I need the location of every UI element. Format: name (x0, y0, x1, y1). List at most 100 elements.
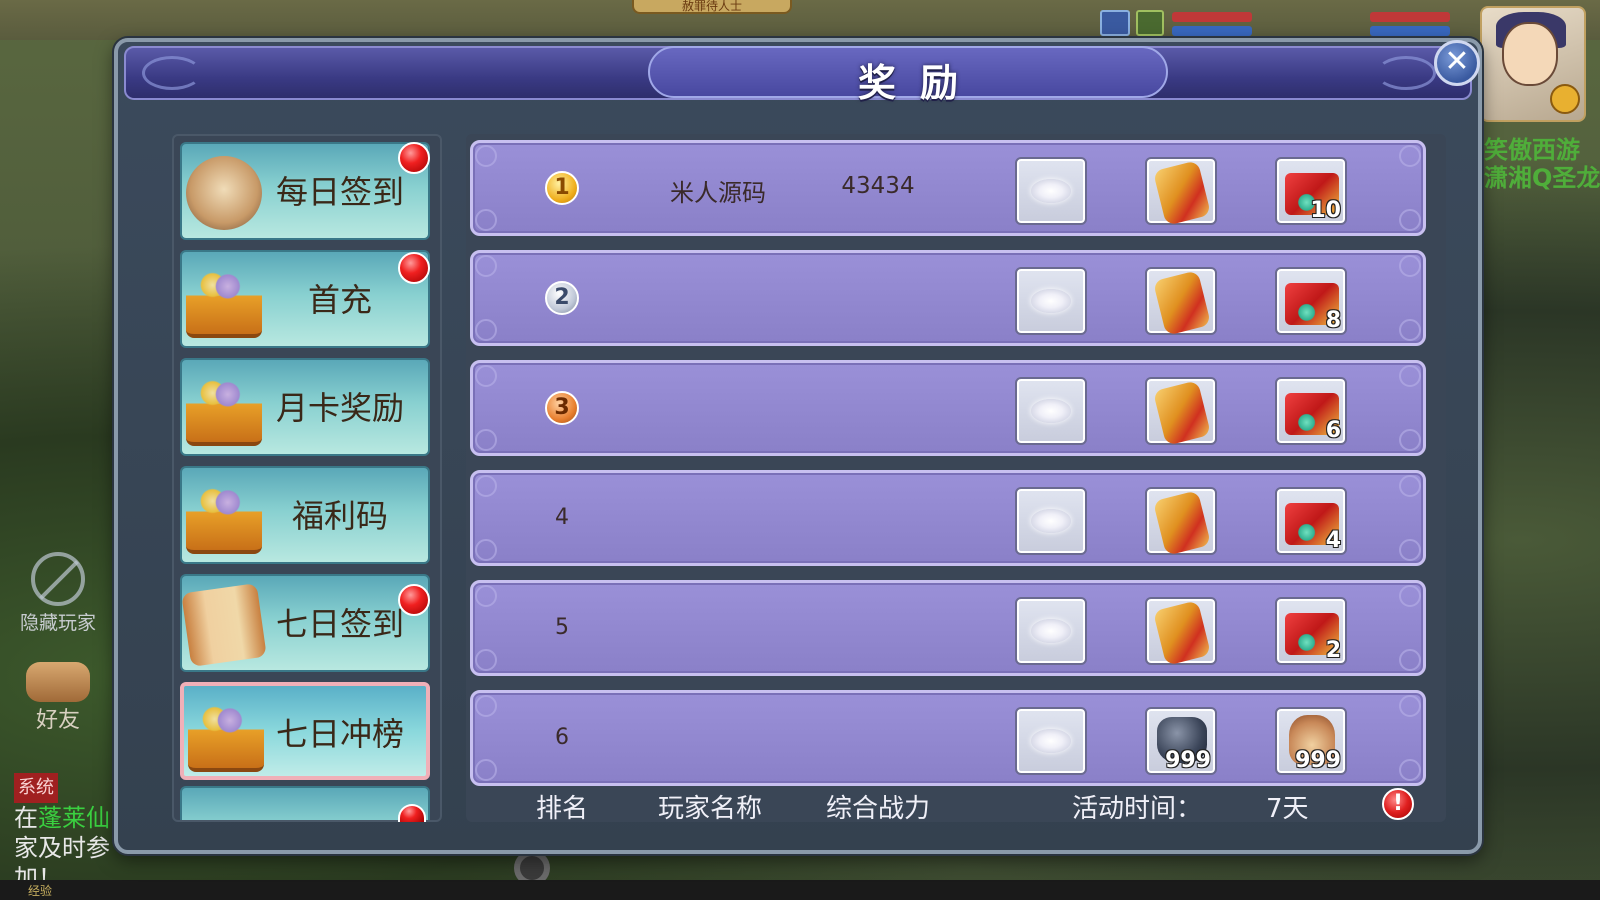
hp-bar (1172, 12, 1252, 22)
reward-slot[interactable] (1015, 487, 1087, 555)
sidebar-item-daily-checkin[interactable]: 每日签到 (180, 142, 430, 240)
ranking-row: 52 (470, 580, 1426, 676)
ranking-row: 44 (470, 470, 1426, 566)
escort-icon[interactable] (1100, 10, 1130, 36)
treasure-chest-icon (186, 480, 262, 554)
chat-location-link[interactable]: 蓬莱仙 (38, 804, 110, 832)
sidebar-item-seven-day-ranking[interactable]: 七日冲榜 (180, 682, 430, 780)
notification-dot (398, 142, 430, 174)
reward-slot[interactable]: 8 (1275, 267, 1347, 335)
reward-quantity: 6 (1325, 418, 1341, 443)
top-right-status-bars (1100, 0, 1480, 38)
sidebar-item-label: 七日冲榜 (275, 715, 404, 753)
reward-quantity: 999 (1295, 748, 1341, 773)
row-corner-ornament (1399, 695, 1421, 717)
row-corner-ornament (1399, 145, 1421, 167)
reward-slot[interactable] (1145, 157, 1217, 226)
cloud-icon (1031, 399, 1071, 423)
row-corner-ornament (475, 695, 497, 717)
sidebar-item-next-partial[interactable] (180, 786, 430, 820)
activity-time-label: 活动时间： (1072, 794, 1203, 824)
reward-slot[interactable] (1015, 377, 1087, 445)
player-avatar[interactable] (1480, 6, 1586, 122)
rank-medal-gold: 1 (545, 171, 579, 205)
rank-medal-bronze: 3 (545, 391, 579, 425)
reward-slot[interactable] (1015, 157, 1087, 225)
handshake-icon (26, 662, 90, 702)
gold-scroll-icon (1152, 380, 1212, 446)
reward-quantity: 8 (1325, 308, 1341, 333)
row-corner-ornament (1399, 365, 1421, 387)
close-button[interactable]: ✕ (1434, 40, 1480, 86)
notification-dot (398, 252, 430, 284)
rank-medal-silver: 2 (545, 281, 579, 315)
cloud-icon (1031, 509, 1071, 533)
rank-number: 6 (555, 725, 569, 750)
row-corner-ornament (475, 209, 497, 231)
cloud-icon (1031, 179, 1071, 203)
scroll-icon (186, 156, 262, 230)
mp-bar (1172, 26, 1252, 36)
gold-scroll-icon (1152, 490, 1212, 556)
ranking-row: 28 (470, 250, 1426, 346)
friends-button[interactable]: 好友 (12, 662, 104, 733)
sidebar-item-label: 福利码 (291, 497, 388, 535)
row-corner-ornament (475, 255, 497, 277)
hide-players-button[interactable]: 隐藏玩家 (12, 552, 104, 636)
sidebar-item-label: 七日签到 (275, 605, 404, 643)
cloud-icon (1031, 729, 1071, 753)
sidebar-item-label: 月卡奖励 (275, 389, 404, 427)
rank-number: 4 (555, 505, 569, 530)
info-alert-icon[interactable]: ! (1382, 788, 1414, 820)
reward-slot[interactable] (1145, 377, 1217, 446)
reward-quantity: 10 (1310, 198, 1341, 223)
row-corner-ornament (1399, 585, 1421, 607)
exp-label: 经验 (28, 884, 53, 898)
treasure-chest-icon (188, 698, 264, 772)
reward-slot[interactable]: 4 (1275, 487, 1347, 555)
row-corner-ornament (1399, 209, 1421, 231)
row-corner-ornament (475, 365, 497, 387)
dialog-title: 奖励 (857, 61, 982, 105)
sidebar-item-monthly-card[interactable]: 月卡奖励 (180, 358, 430, 456)
player-name: 米人源码 (670, 179, 766, 207)
player-name-column-header: 玩家名称 (658, 794, 763, 824)
reward-slot[interactable]: 6 (1275, 377, 1347, 445)
row-corner-ornament (1399, 429, 1421, 451)
reward-slot[interactable]: 999 (1145, 707, 1217, 775)
avatar-face (1502, 22, 1558, 86)
row-corner-ornament (475, 649, 497, 671)
sidebar-item-welfare-code[interactable]: 福利码 (180, 466, 430, 564)
left-cloud-ornament (142, 56, 202, 90)
reward-slot[interactable] (1145, 597, 1217, 666)
gold-scroll-icon (1152, 160, 1212, 226)
row-corner-ornament (475, 585, 497, 607)
reward-slot[interactable] (1015, 597, 1087, 665)
reward-slot[interactable]: 999 (1275, 707, 1347, 775)
player-name-line1: 笑傲西游 (1484, 136, 1580, 164)
gold-scroll-icon (1152, 600, 1212, 666)
pet-hp-bar (1370, 12, 1450, 22)
cloud-icon (1031, 619, 1071, 643)
reward-slot[interactable] (1015, 267, 1087, 335)
row-corner-ornament (1399, 319, 1421, 341)
sidebar-item-first-recharge[interactable]: 首充 (180, 250, 430, 348)
sidebar-item-label: 首充 (307, 281, 372, 319)
reward-slot[interactable] (1145, 267, 1217, 336)
row-corner-ornament (475, 475, 497, 497)
row-corner-ornament (1399, 475, 1421, 497)
row-corner-ornament (1399, 255, 1421, 277)
reward-slot[interactable] (1015, 707, 1087, 775)
row-corner-ornament (475, 539, 497, 561)
reward-slot[interactable] (1145, 487, 1217, 556)
row-corner-ornament (475, 429, 497, 451)
treasure-chest-icon (186, 372, 262, 446)
activity-time-value: 7天 (1266, 794, 1309, 824)
ranking-footer: 排名 玩家名称 综合战力 活动时间： 7天 (466, 786, 1426, 824)
sidebar-item-seven-day-checkin[interactable]: 七日签到 (180, 574, 430, 672)
row-corner-ornament (1399, 539, 1421, 561)
reward-slot[interactable]: 10 (1275, 157, 1347, 225)
reward-slot[interactable]: 2 (1275, 597, 1347, 665)
buff-icon[interactable] (1136, 10, 1164, 36)
player-name-overlay: 笑傲西游 潇湘Q圣龙 (1484, 136, 1600, 192)
